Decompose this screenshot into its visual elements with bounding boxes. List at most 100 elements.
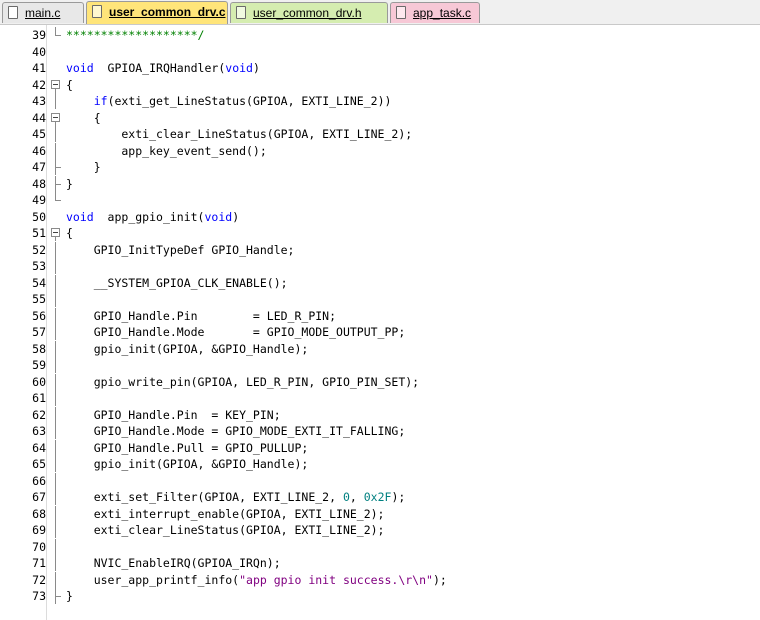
code-token: exti_set_Filter(GPIOA, EXTI_LINE_2,: [66, 490, 343, 504]
editor-tab-bar: main.c user_common_drv.c user_common_drv.h…: [0, 0, 760, 25]
fold-guide-end: [49, 175, 63, 192]
code-line[interactable]: 55: [0, 291, 760, 307]
code-line[interactable]: 39 *******************/: [0, 27, 760, 43]
fold-collapse-icon[interactable]: [49, 225, 63, 241]
code-token: gpio_init(GPIOA, &GPIO_Handle);: [66, 341, 309, 356]
tab-app-task-c[interactable]: app_task.c: [390, 2, 480, 23]
code-line[interactable]: 44 {: [0, 110, 760, 126]
code-line[interactable]: 58 gpio_init(GPIOA, &GPIO_Handle);: [0, 340, 760, 357]
code-line[interactable]: 66: [0, 472, 760, 489]
code-token: (exti_get_LineStatus(GPIOA, EXTI_LINE_2)…: [107, 94, 392, 108]
code-text: GPIO_Handle.Pin = KEY_PIN;: [66, 407, 281, 423]
code-line[interactable]: 61: [0, 390, 760, 406]
code-token: if: [93, 94, 108, 108]
line-number: 69: [32, 523, 46, 537]
fold-guide-end: [49, 159, 63, 175]
fold-guide: [49, 340, 63, 357]
code-line[interactable]: 50 void app_gpio_init(void): [0, 209, 760, 225]
fold-guide: [49, 505, 63, 522]
code-line[interactable]: 67 exti_set_Filter(GPIOA, EXTI_LINE_2, 0…: [0, 489, 760, 505]
code-token: );: [432, 572, 447, 587]
tab-main-c[interactable]: main.c: [2, 2, 84, 23]
code-line[interactable]: 57 GPIO_Handle.Mode = GPIO_MODE_OUTPUT_P…: [0, 324, 760, 340]
code-text: exti_set_Filter(GPIOA, EXTI_LINE_2, 0, 0…: [66, 489, 406, 505]
line-number: 50: [32, 209, 46, 224]
code-line[interactable]: 69 exti_clear_LineStatus(GPIOA, EXTI_LIN…: [0, 522, 760, 538]
line-number: 51: [32, 226, 46, 240]
line-number: 61: [32, 391, 46, 405]
code-line[interactable]: 64 GPIO_Handle.Pull = GPIO_PULLUP;: [0, 439, 760, 456]
code-token: void: [66, 61, 94, 75]
line-number: 41: [32, 61, 46, 75]
line-number: 71: [32, 556, 46, 570]
code-text: GPIO_Handle.Mode = GPIO_MODE_EXTI_IT_FAL…: [66, 423, 406, 439]
code-line[interactable]: 62 GPIO_Handle.Pin = KEY_PIN;: [0, 406, 760, 423]
code-token: GPIO_Handle.Pin = LED_R_PIN;: [66, 308, 337, 323]
code-text: void GPIOA_IRQHandler(void): [66, 60, 260, 76]
code-text: app_key_event_send();: [66, 143, 266, 159]
line-number: 67: [32, 490, 46, 504]
fold-guide: [49, 142, 63, 159]
tab-user-common-drv-h[interactable]: user_common_drv.h: [230, 2, 388, 23]
code-token: GPIO_Handle.Mode = GPIO_MODE_OUTPUT_PP;: [66, 325, 406, 339]
line-number: 59: [32, 358, 46, 372]
fold-collapse-icon[interactable]: [49, 77, 63, 93]
code-line[interactable]: 59: [0, 357, 760, 373]
code-line[interactable]: 45 exti_clear_LineStatus(GPIOA, EXTI_LIN…: [0, 126, 760, 142]
line-number: 49: [32, 193, 46, 207]
code-text: void app_gpio_init(void): [66, 209, 239, 225]
fold-guide: [49, 357, 63, 373]
line-number: 52: [32, 242, 46, 257]
fold-guide: [49, 472, 63, 489]
fold-collapse-icon[interactable]: [49, 110, 63, 126]
code-line[interactable]: 51 {: [0, 225, 760, 241]
fold-guide: [49, 258, 63, 274]
code-text: {: [66, 110, 101, 126]
code-line[interactable]: 43 if(exti_get_LineStatus(GPIOA, EXTI_LI…: [0, 93, 760, 109]
code-line[interactable]: 54 __SYSTEM_GPIOA_CLK_ENABLE();: [0, 274, 760, 291]
fold-guide: [49, 406, 63, 423]
c-file-icon: [396, 6, 406, 19]
code-text: NVIC_EnableIRQ(GPIOA_IRQn);: [66, 555, 281, 571]
code-token: app_gpio_init(: [93, 209, 205, 224]
fold-guide: [49, 555, 63, 571]
tab-user-common-drv-c[interactable]: user_common_drv.c: [86, 1, 228, 24]
code-line[interactable]: 68 exti_interrupt_enable(GPIOA, EXTI_LIN…: [0, 505, 760, 522]
code-token: 0x2F: [363, 490, 392, 504]
code-line[interactable]: 65 gpio_init(GPIOA, &GPIO_Handle);: [0, 456, 760, 472]
code-token: ,: [349, 490, 364, 504]
code-line[interactable]: 47 }: [0, 159, 760, 175]
code-line[interactable]: 52 GPIO_InitTypeDef GPIO_Handle;: [0, 241, 760, 258]
code-text: {: [66, 77, 73, 93]
line-number: 42: [32, 77, 46, 92]
code-line[interactable]: 49: [0, 192, 760, 208]
line-number: 68: [32, 506, 46, 521]
code-line[interactable]: 42 {: [0, 77, 760, 93]
code-line[interactable]: 70: [0, 538, 760, 555]
fold-guide: [49, 538, 63, 555]
fold-guide: [49, 274, 63, 291]
fold-guide: [49, 390, 63, 406]
code-line[interactable]: 56 GPIO_Handle.Pin = LED_R_PIN;: [0, 307, 760, 324]
code-line[interactable]: 73}: [0, 588, 760, 604]
code-line[interactable]: 60 gpio_write_pin(GPIOA, LED_R_PIN, GPIO…: [0, 373, 760, 390]
fold-guide-end: [49, 588, 63, 604]
code-token: exti_clear_LineStatus(GPIOA, EXTI_LINE_2…: [66, 523, 385, 537]
code-token: "app gpio init success.\r\n": [239, 572, 433, 587]
code-line[interactable]: 63 GPIO_Handle.Mode = GPIO_MODE_EXTI_IT_…: [0, 423, 760, 439]
code-line[interactable]: 48}: [0, 175, 760, 192]
code-line[interactable]: 41 void GPIOA_IRQHandler(void): [0, 60, 760, 76]
c-file-icon: [8, 6, 18, 19]
code-line[interactable]: 53: [0, 258, 760, 274]
line-number: 64: [32, 440, 46, 455]
code-text: gpio_init(GPIOA, &GPIO_Handle);: [66, 341, 309, 357]
code-token: GPIO_InitTypeDef GPIO_Handle;: [66, 242, 295, 257]
code-editor[interactable]: 39 *******************/ 40 41 void GPIOA_IRQ…: [0, 25, 760, 620]
code-text: }: [66, 159, 101, 175]
fold-guide-end: [49, 192, 63, 208]
code-line[interactable]: 46 app_key_event_send();: [0, 142, 760, 159]
code-line[interactable]: 40: [0, 44, 760, 60]
line-number: 40: [32, 44, 46, 59]
code-line[interactable]: 72 user_app_printf_info("app gpio init s…: [0, 571, 760, 588]
code-line[interactable]: 71 NVIC_EnableIRQ(GPIOA_IRQn);: [0, 555, 760, 571]
